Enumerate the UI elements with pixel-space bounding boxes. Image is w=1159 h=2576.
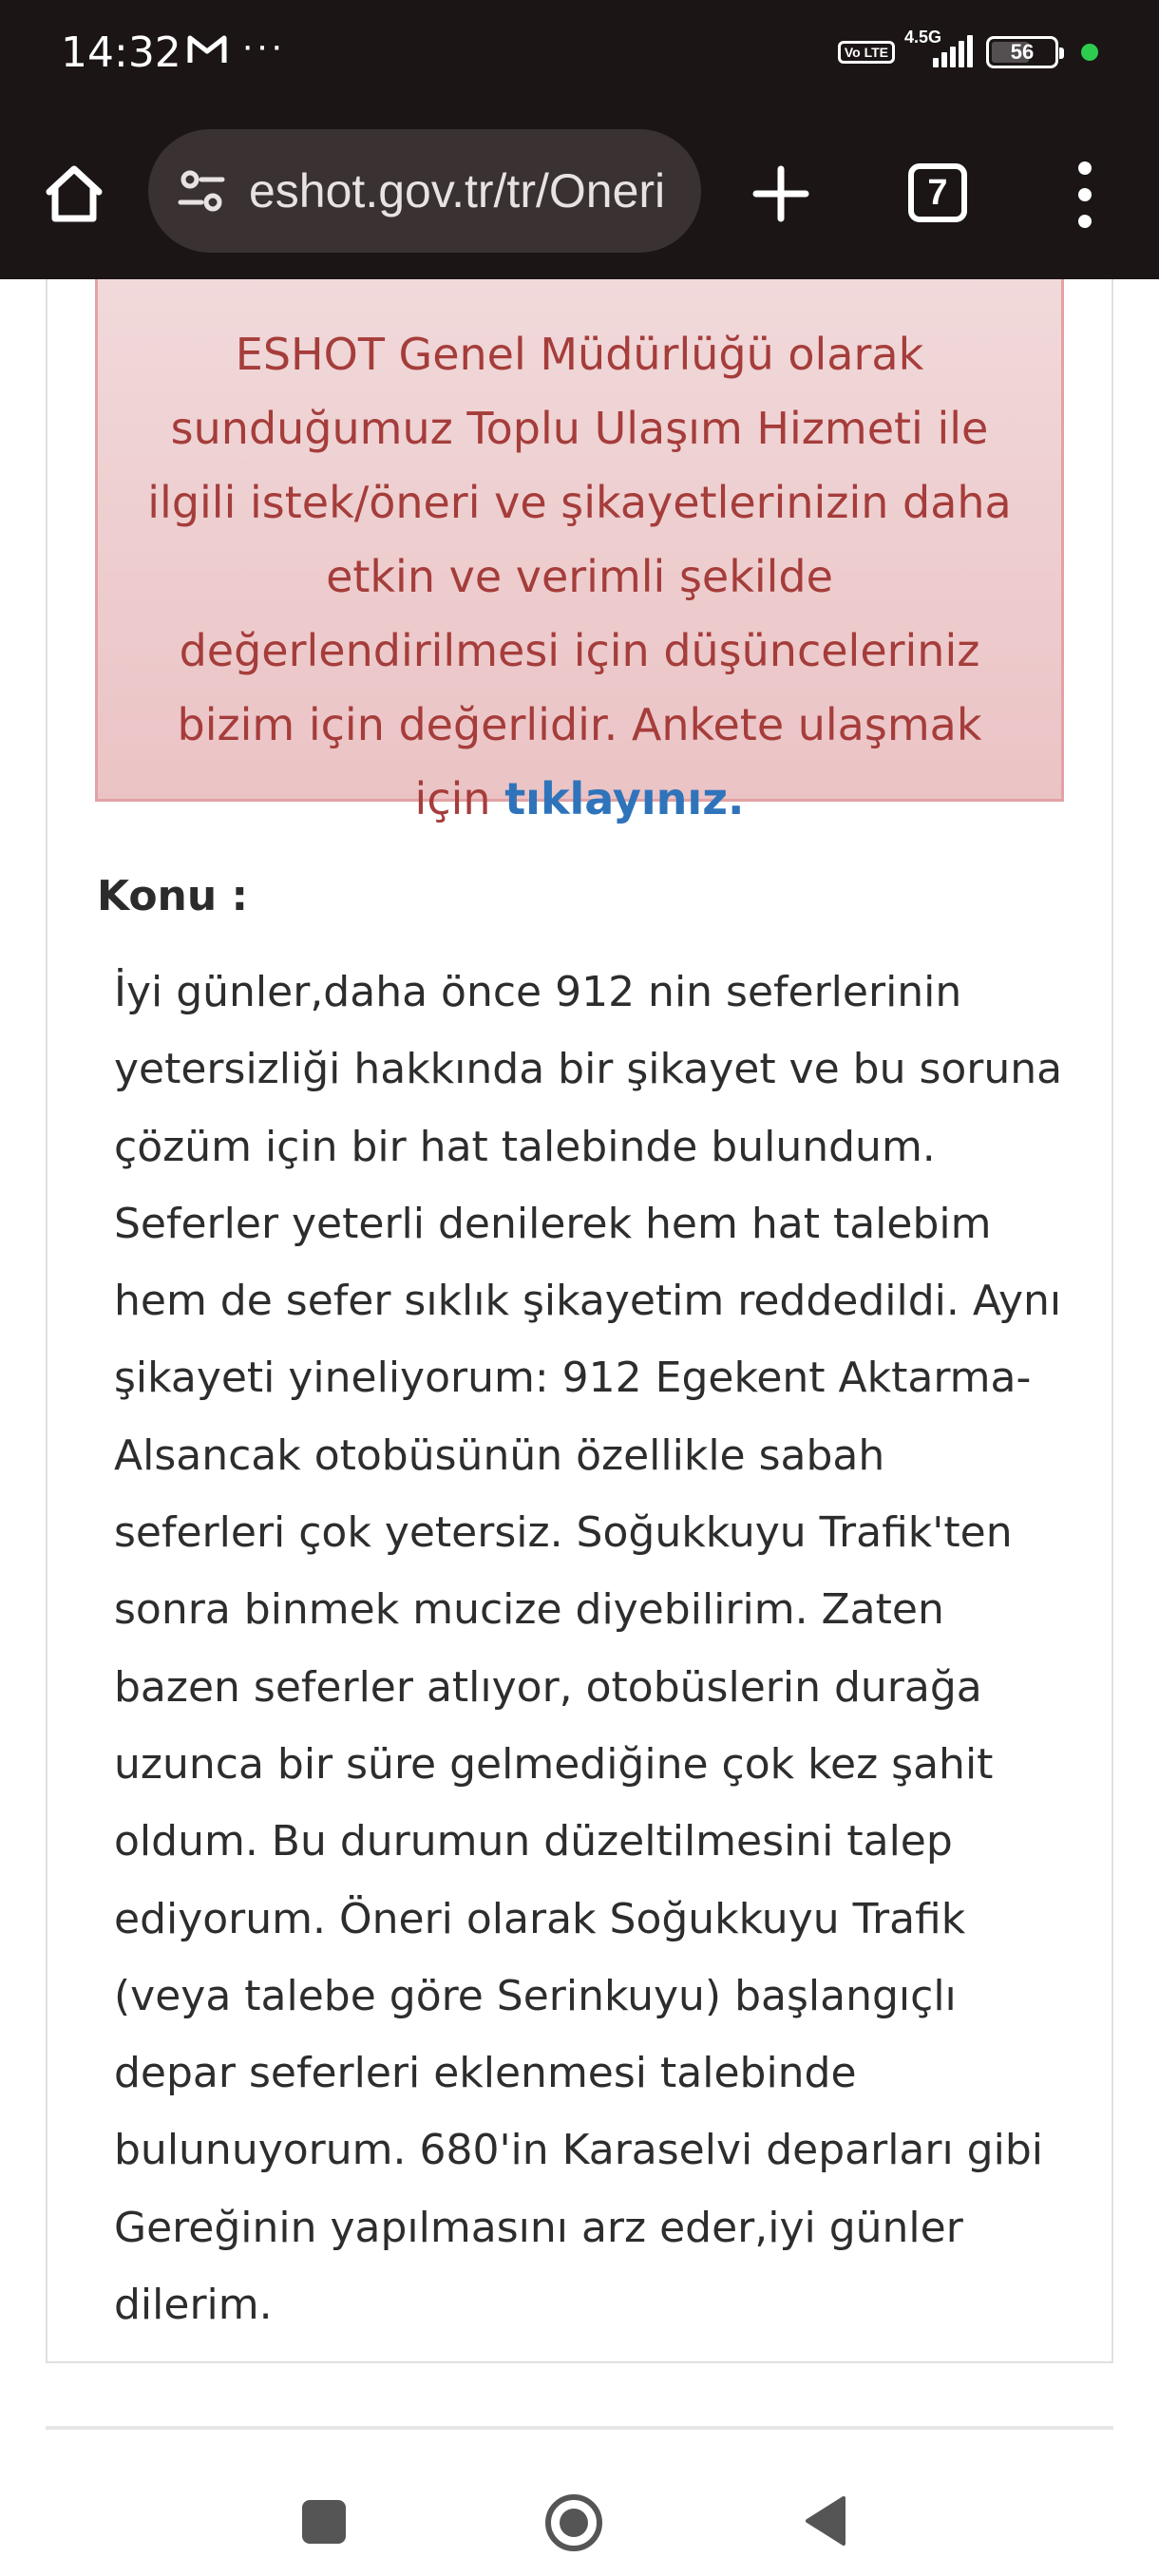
url-text: eshot.gov.tr/tr/Oneri [249,164,666,218]
address-bar[interactable]: eshot.gov.tr/tr/Oneri [148,129,701,253]
battery-level: 56 [1010,40,1035,64]
survey-notice: ESHOT Genel Müdürlüğü olarak sunduğumuz … [95,279,1064,824]
battery-icon: 56 [986,36,1064,68]
home-icon[interactable] [42,161,106,226]
back-button[interactable] [802,2494,847,2548]
survey-link[interactable]: tıklayınız. [504,773,744,824]
subject-text: İyi günler,daha önce 912 nin seferlerini… [114,968,1063,2330]
status-time: 14:32 [61,28,181,77]
network-type: 4.5G [904,28,942,47]
more-notifications-icon: ··· [241,25,285,66]
site-settings-icon[interactable] [177,166,226,216]
status-bar: 14:32 ··· Vo LTE 4.5G 56 [0,0,1159,114]
subject-label: Konu : [97,872,249,920]
gmail-icon [186,32,228,69]
new-tab-icon[interactable] [752,165,809,222]
more-menu-icon[interactable] [1066,161,1104,228]
home-button[interactable] [543,2492,604,2553]
recents-button[interactable] [302,2500,346,2544]
divider [46,2426,1113,2430]
system-nav-bar [0,2432,1159,2576]
volte-icon: Vo LTE [837,41,895,64]
privacy-indicator-icon [1081,44,1098,61]
browser-toolbar: eshot.gov.tr/tr/Oneri 7 [0,114,1159,279]
tab-switcher-button[interactable]: 7 [908,163,967,222]
notice-text: ESHOT Genel Müdürlüğü olarak sunduğumuz … [147,329,1012,824]
signal-icon: 4.5G [904,28,973,67]
